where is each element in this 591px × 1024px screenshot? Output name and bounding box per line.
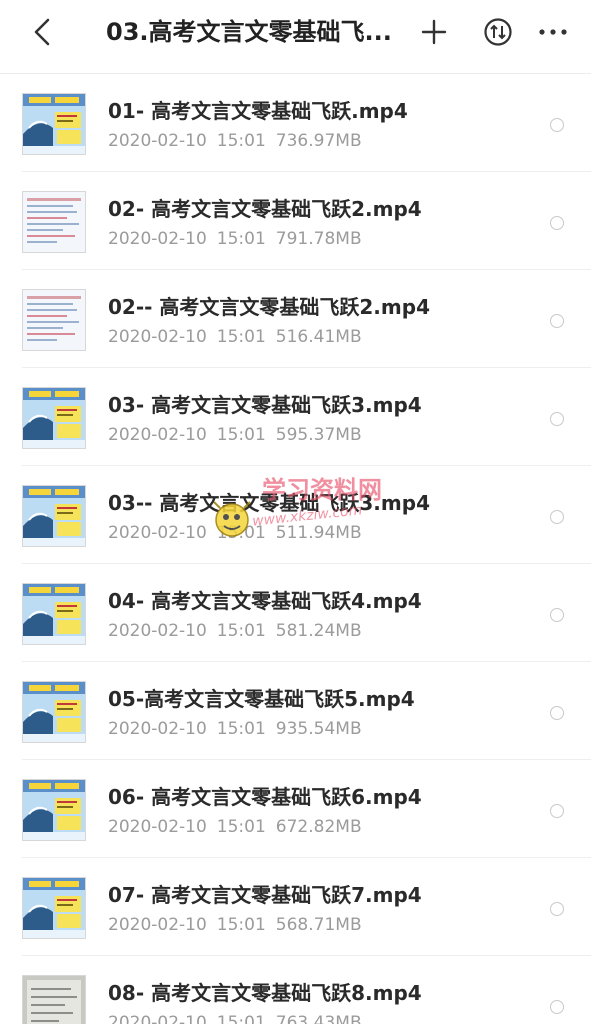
file-name: 08- 高考文言文零基础飞跃8.mp4 — [108, 981, 422, 1005]
file-meta: 2020-02-10 15:01 791.78MB — [108, 228, 372, 250]
file-date: 2020-02-10 — [108, 425, 207, 445]
file-name: 07- 高考文言文零基础飞跃7.mp4 — [108, 883, 422, 907]
file-row[interactable]: 08- 高考文言文零基础飞跃8.mp4 2020-02-10 15:01 763.43… — [0, 956, 591, 1024]
video-thumbnail — [22, 583, 86, 645]
video-thumbnail — [22, 93, 86, 155]
file-time: 15:01 — [216, 425, 266, 445]
file-row[interactable]: 02- 高考文言文零基础飞跃2.mp4 2020-02-10 15:01 791.78… — [0, 172, 591, 270]
sort-button[interactable] — [478, 12, 518, 52]
file-row[interactable]: 03-- 高考文言文零基础飞跃3.mp4 2020-02-10 15:01 511.9… — [0, 466, 591, 564]
file-row[interactable]: 01- 高考文言文零基础飞跃.mp4 2020-02-10 15:01 736.97M… — [0, 74, 591, 172]
file-date: 2020-02-10 — [108, 915, 207, 935]
select-radio[interactable] — [550, 412, 564, 426]
file-row[interactable]: 07- 高考文言文零基础飞跃7.mp4 2020-02-10 15:01 568.71… — [0, 858, 591, 956]
file-meta: 2020-02-10 15:01 672.82MB — [108, 816, 372, 838]
file-time: 15:01 — [216, 229, 266, 249]
select-radio[interactable] — [550, 902, 564, 916]
file-meta: 2020-02-10 15:01 516.41MB — [108, 326, 372, 348]
file-row[interactable]: 03- 高考文言文零基础飞跃3.mp4 2020-02-10 15:01 595.37… — [0, 368, 591, 466]
file-list: 01- 高考文言文零基础飞跃.mp4 2020-02-10 15:01 736.97M… — [0, 74, 591, 1024]
file-row[interactable]: 06- 高考文言文零基础飞跃6.mp4 2020-02-10 15:01 672.82… — [0, 760, 591, 858]
file-name: 04- 高考文言文零基础飞跃4.mp4 — [108, 589, 422, 613]
file-name: 01- 高考文言文零基础飞跃.mp4 — [108, 99, 408, 123]
video-thumbnail — [22, 191, 86, 253]
file-row[interactable]: 02-- 高考文言文零基础飞跃2.mp4 2020-02-10 15:01 516.4… — [0, 270, 591, 368]
select-radio[interactable] — [550, 804, 564, 818]
file-date: 2020-02-10 — [108, 621, 207, 641]
chevron-left-icon — [34, 18, 50, 46]
more-dots-icon — [539, 29, 567, 35]
file-size: 935.54MB — [275, 719, 362, 739]
video-thumbnail — [22, 681, 86, 743]
file-size: 568.71MB — [275, 915, 362, 935]
file-meta: 2020-02-10 15:01 736.97MB — [108, 130, 372, 152]
file-meta: 2020-02-10 15:01 935.54MB — [108, 718, 372, 740]
more-button[interactable] — [533, 12, 573, 52]
select-radio[interactable] — [550, 608, 564, 622]
video-thumbnail — [22, 975, 86, 1024]
file-date: 2020-02-10 — [108, 719, 207, 739]
file-name: 03- 高考文言文零基础飞跃3.mp4 — [108, 393, 422, 417]
file-meta: 2020-02-10 15:01 595.37MB — [108, 424, 372, 446]
file-time: 15:01 — [216, 327, 266, 347]
file-meta: 2020-02-10 15:01 511.94MB — [108, 522, 372, 544]
video-thumbnail — [22, 387, 86, 449]
file-date: 2020-02-10 — [108, 229, 207, 249]
file-size: 581.24MB — [275, 621, 362, 641]
file-size: 791.78MB — [275, 229, 362, 249]
select-radio[interactable] — [550, 314, 564, 328]
file-size: 672.82MB — [275, 817, 362, 837]
file-meta: 2020-02-10 15:01 568.71MB — [108, 914, 372, 936]
file-name: 03-- 高考文言文零基础飞跃3.mp4 — [108, 491, 430, 515]
select-radio[interactable] — [550, 1000, 564, 1014]
sort-arrows-icon — [484, 18, 512, 46]
file-meta: 2020-02-10 15:01 581.24MB — [108, 620, 372, 642]
file-name: 06- 高考文言文零基础飞跃6.mp4 — [108, 785, 422, 809]
select-radio[interactable] — [550, 216, 564, 230]
file-date: 2020-02-10 — [108, 817, 207, 837]
video-thumbnail — [22, 779, 86, 841]
video-thumbnail — [22, 485, 86, 547]
file-date: 2020-02-10 — [108, 327, 207, 347]
file-time: 15:01 — [216, 621, 266, 641]
file-name: 02- 高考文言文零基础飞跃2.mp4 — [108, 197, 422, 221]
file-size: 595.37MB — [275, 425, 362, 445]
plus-icon — [421, 19, 447, 45]
file-row[interactable]: 05-高考文言文零基础飞跃5.mp4 2020-02-10 15:01 935.54M… — [0, 662, 591, 760]
file-time: 15:01 — [216, 915, 266, 935]
file-time: 15:01 — [216, 131, 266, 151]
back-button[interactable] — [22, 12, 62, 52]
video-thumbnail — [22, 289, 86, 351]
select-radio[interactable] — [550, 706, 564, 720]
file-size: 736.97MB — [275, 131, 362, 151]
file-date: 2020-02-10 — [108, 523, 207, 543]
add-button[interactable] — [414, 12, 454, 52]
file-date: 2020-02-10 — [108, 131, 207, 151]
file-time: 15:01 — [216, 523, 266, 543]
file-time: 15:01 — [216, 1013, 266, 1024]
file-meta: 2020-02-10 15:01 763.43MB — [108, 1012, 372, 1024]
file-time: 15:01 — [216, 817, 266, 837]
file-name: 02-- 高考文言文零基础飞跃2.mp4 — [108, 295, 430, 319]
file-name: 05-高考文言文零基础飞跃5.mp4 — [108, 687, 415, 711]
file-row[interactable]: 04- 高考文言文零基础飞跃4.mp4 2020-02-10 15:01 581.24… — [0, 564, 591, 662]
select-radio[interactable] — [550, 118, 564, 132]
top-bar: 03.高考文言文零基础飞... — [0, 0, 591, 74]
file-size: 511.94MB — [275, 523, 362, 543]
select-radio[interactable] — [550, 510, 564, 524]
video-thumbnail — [22, 877, 86, 939]
folder-title: 03.高考文言文零基础飞... — [106, 18, 392, 46]
file-date: 2020-02-10 — [108, 1013, 207, 1024]
file-size: 516.41MB — [275, 327, 362, 347]
file-size: 763.43MB — [275, 1013, 362, 1024]
file-time: 15:01 — [216, 719, 266, 739]
